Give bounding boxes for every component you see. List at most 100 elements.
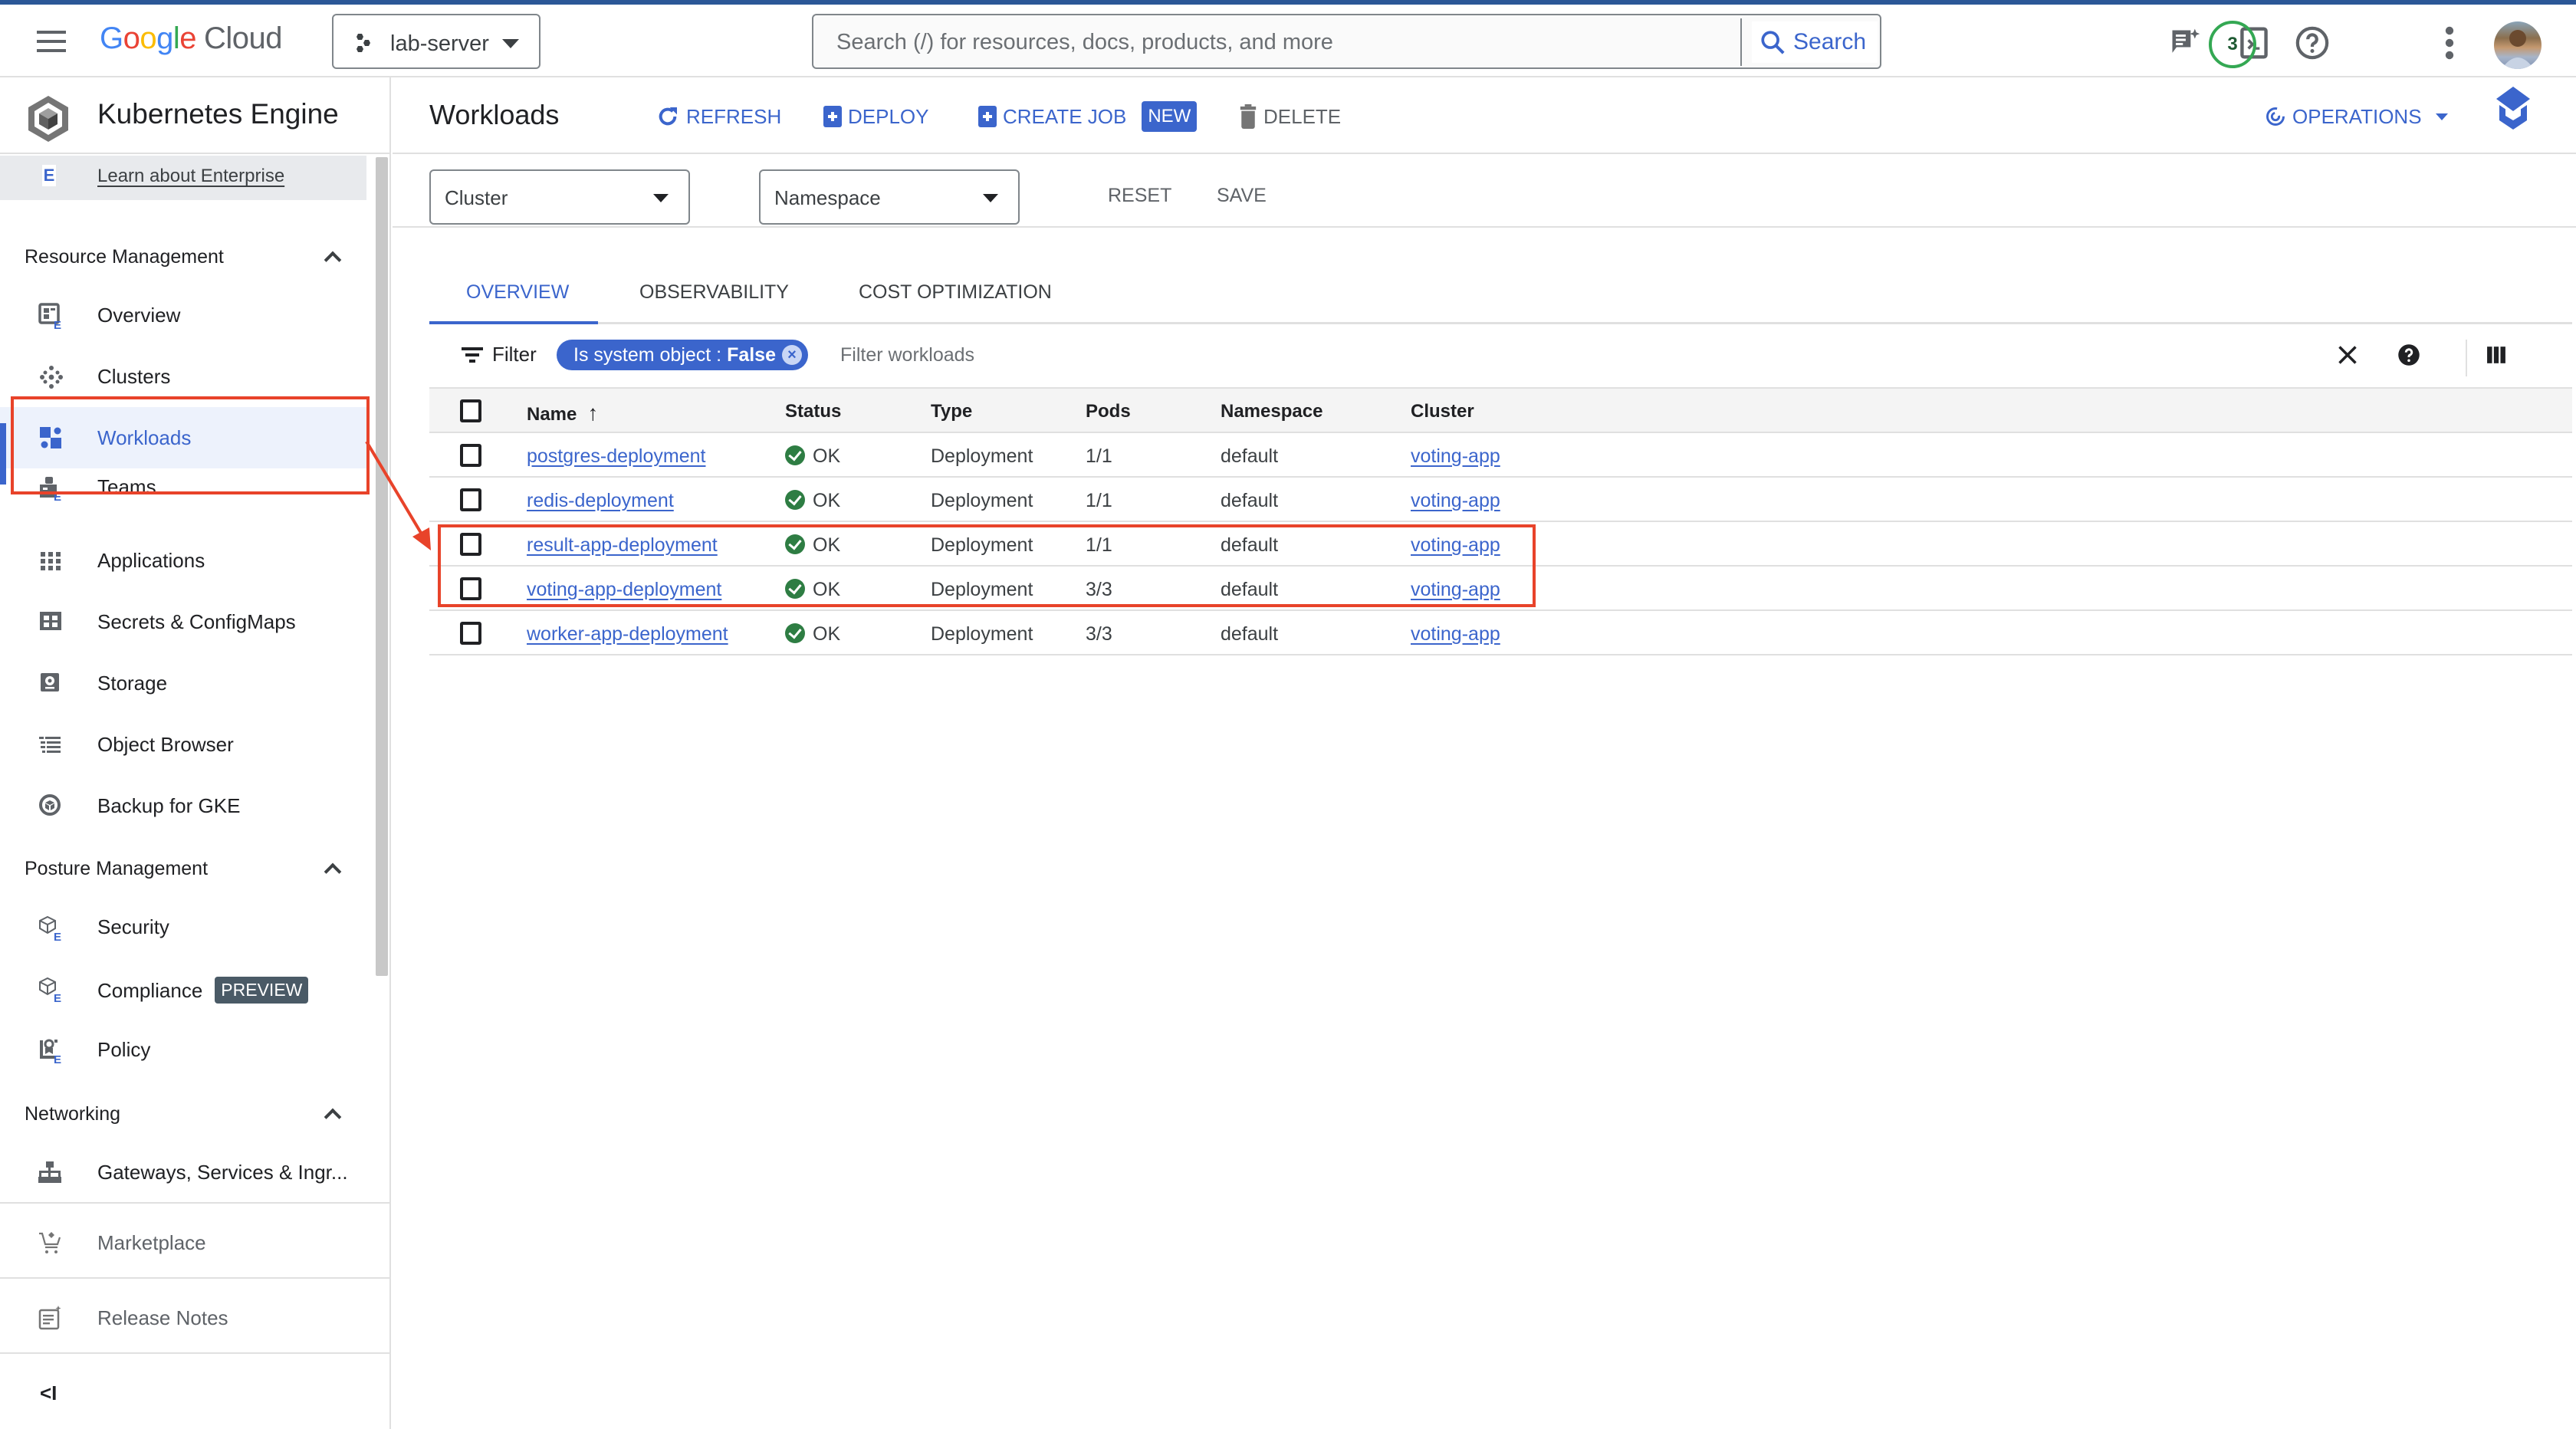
project-hex-icon (356, 34, 370, 52)
type-cell: Deployment (931, 579, 1033, 600)
search-input[interactable] (836, 26, 1756, 58)
refresh-button[interactable]: REFRESH (656, 103, 781, 130)
cluster-link[interactable]: voting-app (1411, 579, 1500, 601)
sidebar-item-label: Secrets & ConfigMaps (97, 610, 296, 633)
dropdown-caret-icon (653, 194, 669, 202)
sidebar-item-policy[interactable]: E Policy (0, 1019, 366, 1080)
check-circle-icon (785, 490, 805, 510)
tab-observability[interactable]: OBSERVABILITY (639, 281, 789, 304)
help-circle-icon[interactable] (2395, 341, 2423, 369)
more-vert-icon[interactable] (2438, 25, 2461, 61)
project-picker[interactable]: lab-server (332, 14, 540, 69)
row-checkbox[interactable] (460, 488, 481, 511)
sidebar-item-object-browser[interactable]: Object Browser (0, 714, 366, 775)
column-header-pods[interactable]: Pods (1086, 401, 1131, 422)
dropdown-caret-icon (2435, 113, 2448, 120)
sidebar-item-label: Gateways, Services & Ingr... (97, 1161, 348, 1184)
collapse-sidebar-button[interactable]: <I (0, 1362, 366, 1424)
gemini-chat-icon[interactable] (2167, 25, 2203, 61)
delete-button[interactable]: DELETE (1239, 103, 1341, 130)
workload-name-link[interactable]: voting-app-deployment (527, 579, 721, 601)
namespace-dropdown[interactable]: Namespace (759, 169, 1020, 225)
avatar[interactable] (2494, 21, 2542, 69)
sidebar-item-marketplace[interactable]: Marketplace (0, 1212, 366, 1273)
help-icon[interactable] (2294, 25, 2331, 61)
section-resource-management[interactable]: Resource Management (25, 246, 342, 277)
create-job-button[interactable]: CREATE JOB NEW (978, 101, 1198, 132)
row-checkbox[interactable] (460, 577, 481, 600)
column-header-name[interactable]: Name ↑ (527, 401, 598, 425)
preview-badge: PREVIEW (215, 977, 309, 1004)
row-checkbox[interactable] (460, 444, 481, 467)
sidebar-item-clusters[interactable]: Clusters (0, 346, 366, 407)
filter-icon (462, 347, 483, 363)
sidebar-item-release-notes[interactable]: Release Notes (0, 1287, 366, 1349)
notifications-badge[interactable]: 3 (2209, 21, 2256, 68)
svg-text:E: E (54, 319, 61, 329)
deploy-label: DEPLOY (848, 104, 929, 128)
filter-workloads-input[interactable] (840, 340, 1914, 370)
cluster-link[interactable]: voting-app (1411, 490, 1500, 512)
sidebar-scrollbar[interactable] (376, 157, 388, 976)
sidebar-item-workloads[interactable]: Workloads (0, 407, 366, 468)
sidebar-item-overview[interactable]: E Overview (0, 284, 366, 346)
operations-button[interactable]: OPERATIONS (2265, 103, 2448, 130)
table-row[interactable]: postgres-deployment OK Deployment 1/1 defaul… (429, 433, 2572, 478)
learn-panel-button[interactable] (2496, 87, 2530, 130)
workload-name-link[interactable]: redis-deployment (527, 490, 674, 512)
security-icon: E (39, 915, 61, 941)
workload-name-link[interactable]: postgres-deployment (527, 445, 705, 468)
tab-cost-optimization[interactable]: COST OPTIMIZATION (859, 281, 1052, 304)
sidebar-item-gateways[interactable]: Gateways, Services & Ingr... (0, 1142, 366, 1203)
cluster-link[interactable]: voting-app (1411, 534, 1500, 557)
cluster-link[interactable]: voting-app (1411, 623, 1500, 646)
sidebar-item-storage[interactable]: Storage (0, 652, 366, 714)
chevron-up-icon (324, 862, 342, 881)
sidebar-item-secrets-configmaps[interactable]: Secrets & ConfigMaps (0, 591, 366, 652)
clusters-icon (40, 366, 63, 389)
remove-chip-icon[interactable]: × (782, 345, 802, 365)
row-checkbox[interactable] (460, 622, 481, 645)
cluster-link[interactable]: voting-app (1411, 445, 1500, 468)
sidebar-item-teams[interactable]: E Teams (0, 468, 366, 514)
workload-name-link[interactable]: result-app-deployment (527, 534, 718, 557)
table-row[interactable]: voting-app-deployment OK Deployment 3/3 defa… (429, 567, 2572, 611)
table-row[interactable]: result-app-deployment OK Deployment 1/1 defa… (429, 522, 2572, 567)
clear-filter-icon[interactable] (2334, 341, 2361, 369)
teams-icon: E (40, 477, 61, 501)
sidebar-item-compliance[interactable]: E Compliance PREVIEW (0, 958, 366, 1019)
product-name: Kubernetes Engine (97, 98, 339, 130)
select-all-checkbox[interactable] (460, 399, 481, 422)
column-header-status[interactable]: Status (785, 401, 841, 422)
status-text: OK (813, 534, 841, 556)
column-header-namespace[interactable]: Namespace (1221, 401, 1322, 422)
filter-chip-system-object[interactable]: Is system object : False × (557, 340, 808, 370)
sidebar-item-label: Storage (97, 672, 168, 695)
cluster-dropdown[interactable]: Cluster (429, 169, 690, 225)
sidebar-item-security[interactable]: E Security (0, 896, 366, 958)
section-posture-management[interactable]: Posture Management (25, 858, 342, 889)
learn-about-enterprise-link[interactable]: E Learn about Enterprise (0, 156, 366, 200)
workloads-icon (40, 427, 61, 448)
section-networking[interactable]: Networking (25, 1103, 342, 1134)
sidebar-item-backup-for-gke[interactable]: Backup for GKE (0, 775, 366, 836)
google-cloud-logo[interactable]: Google Cloud (100, 21, 283, 56)
tab-overview[interactable]: OVERVIEW (466, 281, 569, 304)
table-row[interactable]: worker-app-deployment OK Deployment 3/3 defa… (429, 611, 2572, 655)
reset-button[interactable]: RESET (1108, 185, 1171, 207)
main-menu-icon[interactable] (37, 31, 66, 52)
sidebar-item-label: Release Notes (97, 1306, 228, 1329)
sidebar-item-applications[interactable]: Applications (0, 530, 366, 591)
column-header-type[interactable]: Type (931, 401, 972, 422)
table-row[interactable]: redis-deployment OK Deployment 1/1 default vo… (429, 478, 2572, 522)
top-app-bar: GoogleCloud lab-server Search 3 (0, 5, 2576, 77)
deploy-button[interactable]: DEPLOY (823, 103, 929, 130)
column-header-cluster[interactable]: Cluster (1411, 401, 1474, 422)
save-button[interactable]: SAVE (1217, 185, 1267, 207)
search-button[interactable]: Search (1752, 21, 1878, 63)
workload-name-link[interactable]: worker-app-deployment (527, 623, 728, 646)
column-display-options-icon[interactable] (2482, 341, 2510, 369)
row-checkbox[interactable] (460, 533, 481, 556)
filter-button[interactable]: Filter (462, 343, 537, 366)
chevron-up-icon (324, 251, 342, 269)
